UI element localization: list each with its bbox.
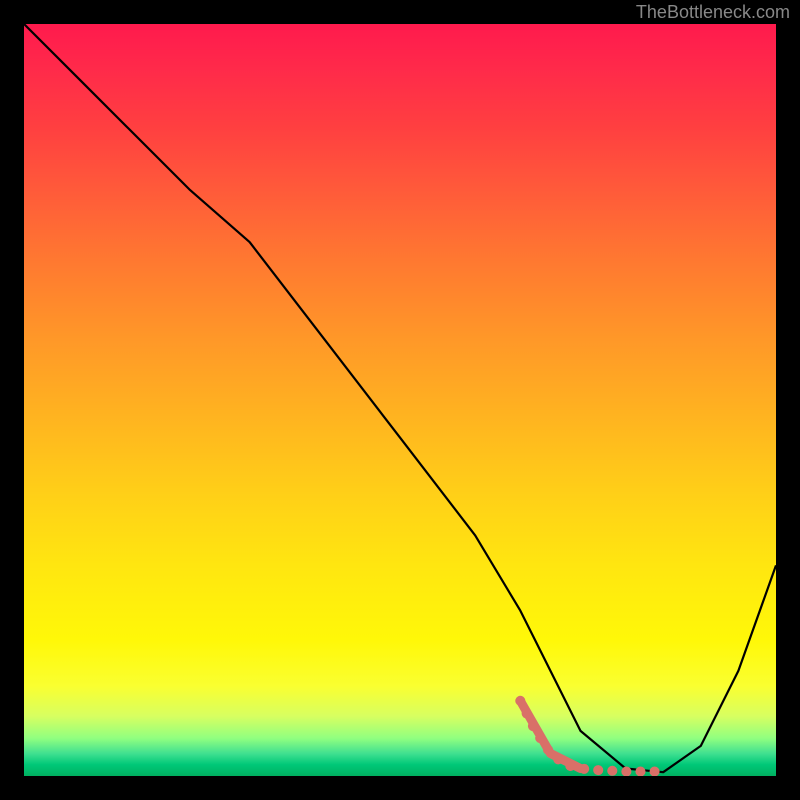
optimal-range-marker (520, 701, 663, 772)
x-axis (20, 776, 780, 780)
bottleneck-curve-line (24, 24, 776, 772)
watermark-text: TheBottleneck.com (636, 2, 790, 23)
chart-svg (24, 24, 776, 776)
